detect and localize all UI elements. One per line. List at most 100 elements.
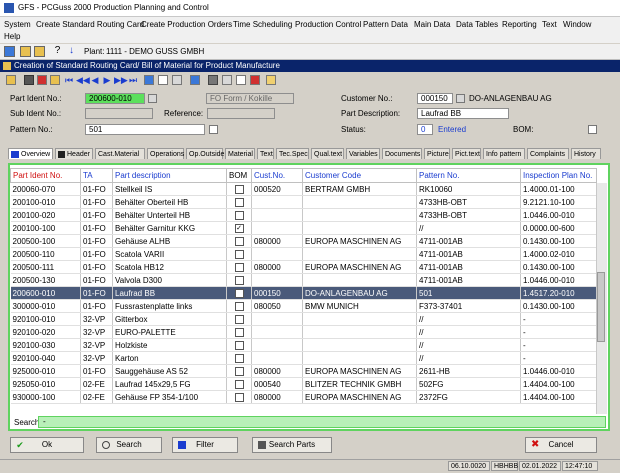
bom-row-checkbox[interactable] [234, 366, 244, 376]
cell-bom[interactable] [226, 182, 252, 196]
bom-row-checkbox[interactable] [234, 184, 244, 194]
tab-header[interactable]: Header [55, 148, 93, 159]
bom-row-checkbox[interactable] [234, 288, 244, 298]
table-row[interactable]: 200100-020 01-FO Behälter Unterteil HB 4733… [10, 208, 597, 222]
menu-help[interactable]: Help [4, 32, 20, 41]
lightbulb-icon[interactable] [266, 75, 276, 85]
bom-row-checkbox[interactable] [234, 340, 244, 350]
bom-row-checkbox[interactable] [234, 353, 244, 363]
filter-button[interactable]: Filter [172, 437, 238, 453]
column-header-part-ident[interactable]: Part Ident No. [10, 168, 81, 183]
menu-main-data[interactable]: Main Data [414, 20, 450, 29]
reference-field[interactable] [207, 108, 275, 119]
tab-documents[interactable]: Documents [382, 148, 422, 159]
tab-op-outside[interactable]: Op.Outside [186, 148, 224, 159]
notes-icon[interactable] [236, 75, 246, 85]
column-header-inspection-plan[interactable]: Inspection Plan No. [520, 168, 597, 183]
cell-bom[interactable]: ✓ [226, 221, 252, 235]
tab-pict-text[interactable]: Pict.text [452, 148, 481, 159]
cell-bom[interactable] [226, 390, 252, 404]
tab-complaints[interactable]: Complaints [527, 148, 569, 159]
folder-icon[interactable] [20, 46, 31, 57]
customer-no-field[interactable]: 000150 [417, 93, 453, 104]
cell-bom[interactable] [226, 351, 252, 365]
tab-info-pattern[interactable]: Info pattern [483, 148, 525, 159]
cell-bom[interactable] [226, 338, 252, 352]
menu-create-standard-routing-card[interactable]: Create Standard Routing Card [36, 20, 144, 29]
tab-text[interactable]: Text [257, 148, 274, 159]
tab-material[interactable]: Material [225, 148, 255, 159]
search-parts-button[interactable]: Search Parts [252, 437, 332, 453]
cell-bom[interactable] [226, 260, 252, 274]
column-header-part-description[interactable]: Part description [112, 168, 227, 183]
tools-icon[interactable] [208, 75, 218, 85]
first-record-icon[interactable]: ⏮ [64, 75, 74, 85]
cell-bom[interactable] [226, 234, 252, 248]
cell-bom[interactable] [226, 273, 252, 287]
previous-page-icon[interactable]: ◀◀ [76, 75, 90, 85]
next-page-icon[interactable]: ▶▶ [114, 75, 128, 85]
menu-create-production-orders[interactable]: Create Production Orders [141, 20, 232, 29]
part-description-field[interactable]: Laufrad BB [417, 108, 509, 119]
menu-text[interactable]: Text [542, 20, 557, 29]
cell-bom[interactable] [226, 325, 252, 339]
table-row[interactable]: 200500-110 01-FO Scatola VARII 4711-001AB 1.… [10, 247, 597, 261]
cell-bom[interactable] [226, 247, 252, 261]
form-type-select[interactable]: FO Form / Kokille [206, 93, 294, 104]
bom-row-checkbox[interactable] [234, 249, 244, 259]
part-ident-field[interactable]: 200600-010 [85, 93, 145, 104]
filter-icon[interactable] [222, 75, 232, 85]
table-row[interactable]: 200500-111 01-FO Scatola HB12 080000 EUROPA … [10, 260, 597, 274]
table-row[interactable]: 200500-130 01-FO Valvola D300 4711-001AB 1.0… [10, 273, 597, 287]
cell-bom[interactable] [226, 312, 252, 326]
menu-time-scheduling[interactable]: Time Scheduling [233, 20, 292, 29]
tab-history[interactable]: History [571, 148, 601, 159]
bom-row-checkbox[interactable] [234, 392, 244, 402]
pattern-no-field[interactable]: 501 [85, 124, 205, 135]
delete-icon[interactable] [37, 75, 47, 85]
bom-row-checkbox[interactable] [234, 327, 244, 337]
cell-bom[interactable] [226, 377, 252, 391]
bom-row-checkbox[interactable]: ✓ [234, 223, 244, 233]
table-row[interactable]: 300000-010 01-FO Fussrastenplatte links 080… [10, 299, 597, 313]
tab-tec-spec[interactable]: Tec.Spec [276, 148, 309, 159]
menu-data-tables[interactable]: Data Tables [456, 20, 498, 29]
edit-icon[interactable] [190, 75, 200, 85]
table-row[interactable]: 200100-010 01-FO Behälter Oberteil HB 4733H… [10, 195, 597, 209]
stop-icon[interactable] [250, 75, 260, 85]
column-header-cust-no[interactable]: Cust.No. [251, 168, 303, 183]
menu-window[interactable]: Window [563, 20, 591, 29]
bom-row-checkbox[interactable] [234, 314, 244, 324]
bom-checkbox[interactable] [588, 125, 597, 134]
help-icon[interactable]: ? [52, 46, 63, 57]
copy-icon[interactable] [50, 75, 60, 85]
folder-open-icon[interactable] [34, 46, 45, 57]
cell-bom[interactable] [226, 286, 252, 300]
search-input[interactable]: - [38, 416, 606, 428]
ok-button[interactable]: ✔ Ok [10, 437, 84, 453]
bom-row-checkbox[interactable] [234, 275, 244, 285]
bom-row-checkbox[interactable] [234, 210, 244, 220]
cancel-button[interactable]: ✖ Cancel [525, 437, 597, 453]
sub-ident-field[interactable] [85, 108, 153, 119]
previous-record-icon[interactable]: ◀ [90, 75, 100, 85]
tab-overview[interactable]: Overview [8, 148, 53, 159]
part-ident-lookup-icon[interactable] [148, 94, 157, 103]
table-row[interactable]: 200100-100 01-FO Behälter Garnitur KKG ✓ //0… [10, 221, 597, 235]
save-icon[interactable] [144, 75, 154, 85]
column-header-pattern-no[interactable]: Pattern No. [416, 168, 521, 183]
scrollbar-thumb[interactable] [597, 272, 605, 342]
printer-icon[interactable] [24, 75, 34, 85]
table-row[interactable]: 200600-010 01-FO Laufrad BB 000150 DO-ANLAGE… [10, 286, 597, 300]
tab-variables[interactable]: Variables [346, 148, 380, 159]
cell-bom[interactable] [226, 195, 252, 209]
menu-production-control[interactable]: Production Control [295, 20, 361, 29]
next-record-icon[interactable]: ▶ [102, 75, 112, 85]
tab-picture[interactable]: Picture [424, 148, 450, 159]
table-row[interactable]: 925050-010 02-FE Laufrad 145x29,5 FG 000540… [10, 377, 597, 391]
tab-cast-material[interactable]: Cast.Material [95, 148, 145, 159]
table-row[interactable]: 930000-100 02-FE Gehäuse FP 354-1/100 08000… [10, 390, 597, 404]
menu-system[interactable]: System [4, 20, 31, 29]
bom-row-checkbox[interactable] [234, 379, 244, 389]
bom-row-checkbox[interactable] [234, 197, 244, 207]
